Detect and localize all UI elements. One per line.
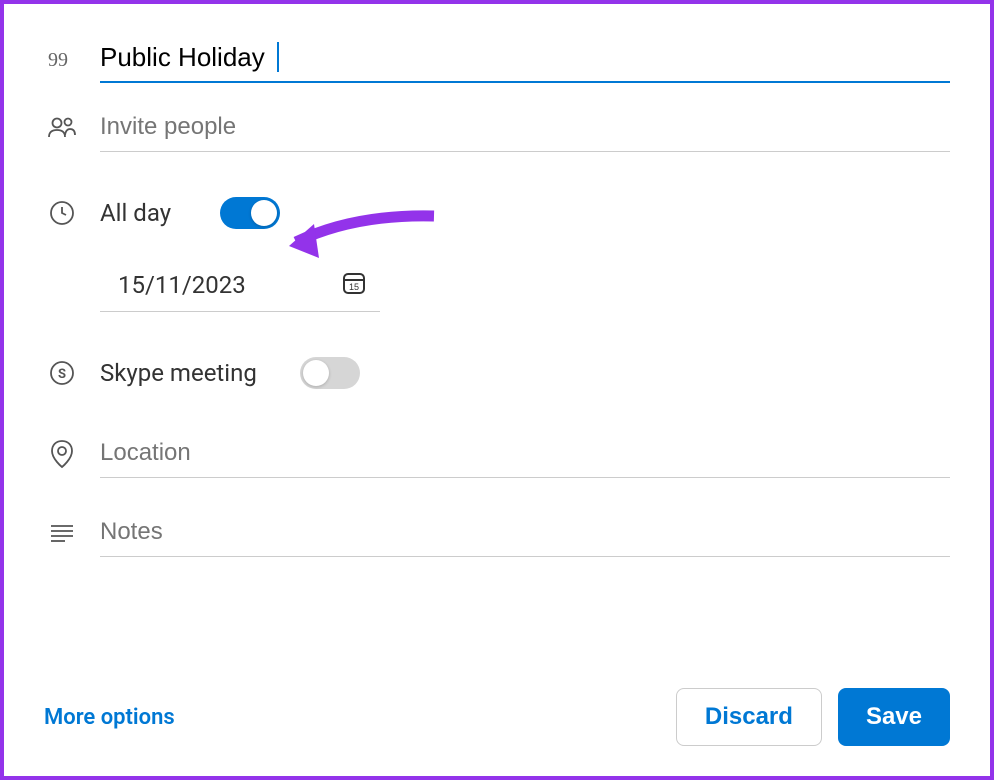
date-row: 15/11/2023 15 xyxy=(100,259,950,312)
svg-text:99: 99 xyxy=(48,49,68,70)
all-day-toggle[interactable] xyxy=(220,197,280,229)
skype-row: S Skype meeting xyxy=(44,342,950,389)
location-icon xyxy=(44,439,80,469)
footer: More options Discard Save xyxy=(44,688,950,746)
invite-row xyxy=(44,103,950,152)
text-cursor xyxy=(277,42,279,72)
more-options-link[interactable]: More options xyxy=(44,705,175,730)
save-button[interactable]: Save xyxy=(838,688,950,746)
svg-text:15: 15 xyxy=(349,282,359,292)
date-value: 15/11/2023 xyxy=(118,271,246,299)
svg-text:S: S xyxy=(58,367,66,382)
quote-icon: 99 xyxy=(44,48,80,70)
location-input[interactable] xyxy=(100,429,950,478)
notes-row xyxy=(44,508,950,557)
event-title-input[interactable] xyxy=(100,34,950,83)
clock-icon xyxy=(44,200,80,226)
skype-toggle[interactable] xyxy=(300,357,360,389)
title-row: 99 xyxy=(44,34,950,83)
calendar-icon: 15 xyxy=(340,269,368,301)
all-day-label: All day xyxy=(100,199,200,227)
skype-icon: S xyxy=(44,360,80,386)
notes-icon xyxy=(44,523,80,543)
location-row xyxy=(44,429,950,478)
invite-people-input[interactable] xyxy=(100,103,950,152)
discard-button[interactable]: Discard xyxy=(676,688,822,746)
skype-label: Skype meeting xyxy=(100,359,280,387)
notes-input[interactable] xyxy=(100,508,950,557)
people-icon xyxy=(44,115,80,141)
all-day-row: All day xyxy=(44,182,950,229)
date-picker[interactable]: 15/11/2023 15 xyxy=(100,259,380,312)
